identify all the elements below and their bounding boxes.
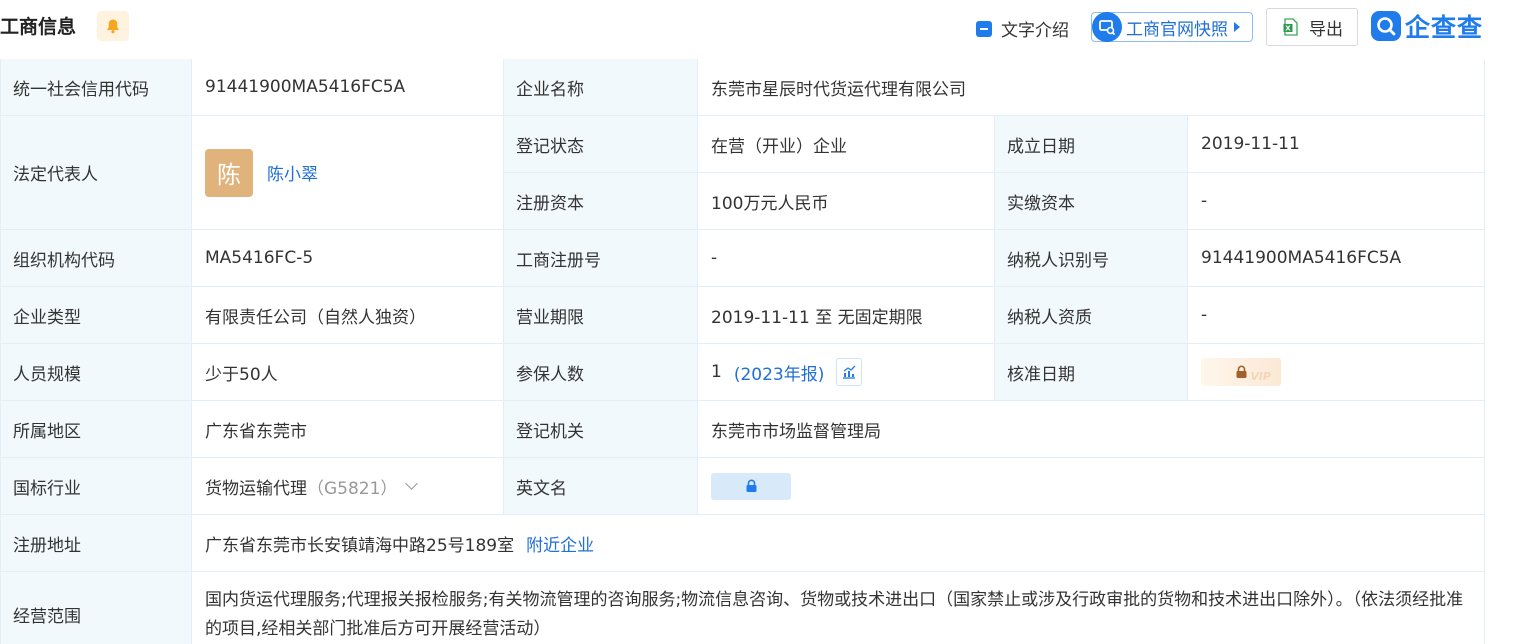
label-reg-status: 登记状态 — [504, 116, 698, 173]
logo-mark-icon — [1371, 11, 1401, 41]
trend-chart-icon[interactable] — [836, 358, 863, 386]
document-icon — [976, 20, 992, 37]
label-biz-term: 营业期限 — [504, 287, 698, 344]
value-company-type: 有限责任公司（自然人独资） — [192, 287, 504, 344]
label-found-date: 成立日期 — [995, 116, 1188, 173]
label-tax-id: 纳税人识别号 — [995, 230, 1188, 287]
value-reg-status: 在营（开业）企业 — [698, 116, 995, 173]
approve-date-cell: VIP — [1188, 344, 1485, 401]
vip-watermark: VIP — [1250, 370, 1271, 383]
nearby-companies-link[interactable]: 附近企业 — [526, 531, 594, 556]
export-button[interactable]: X 导出 — [1266, 8, 1358, 46]
value-credit-code: 91441900MA5416FC5A — [192, 59, 504, 116]
reg-address-cell: 广东省东莞市长安镇靖海中路25号189室 附近企业 — [192, 515, 1485, 572]
official-snapshot-button[interactable]: 工商官网快照 — [1091, 12, 1253, 42]
label-industry: 国标行业 — [0, 458, 192, 515]
label-org-code: 组织机构代码 — [0, 230, 192, 287]
chevron-down-icon[interactable] — [405, 476, 419, 490]
value-org-code: MA5416FC-5 — [192, 230, 504, 287]
label-taxpayer-qual: 纳税人资质 — [995, 287, 1188, 344]
label-reg-address: 注册地址 — [0, 515, 192, 572]
value-found-date: 2019-11-11 — [1188, 116, 1485, 173]
logo-text: 企查查 — [1405, 13, 1484, 42]
value-biz-term: 2019-11-11 至 无固定期限 — [698, 287, 995, 344]
english-name-cell — [698, 458, 1485, 515]
value-region: 广东省东莞市 — [192, 401, 504, 458]
text-intro-label: 文字介绍 — [1001, 21, 1069, 41]
value-company-name: 东莞市星辰时代货运代理有限公司 — [698, 59, 1485, 116]
label-reg-capital: 注册资本 — [504, 173, 698, 230]
label-biz-scope: 经营范围 — [0, 572, 192, 644]
section-header: 工商信息 文字介绍 工商官网快照 X 导出 企查查 — [0, 0, 1513, 56]
industry-code: （G5821） — [307, 478, 398, 499]
label-approve-date: 核准日期 — [995, 344, 1188, 401]
label-reg-no: 工商注册号 — [504, 230, 698, 287]
label-english-name: 英文名 — [504, 458, 698, 515]
label-paid-capital: 实缴资本 — [995, 173, 1188, 230]
value-reg-capital: 100万元人民币 — [698, 173, 995, 230]
value-reg-no: - — [698, 230, 995, 287]
bell-icon[interactable] — [97, 11, 129, 41]
label-company-type: 企业类型 — [0, 287, 192, 344]
value-staff-size: 少于50人 — [192, 344, 504, 401]
insured-cell: 1 (2023年报) — [698, 344, 995, 401]
svg-text:X: X — [1285, 25, 1291, 33]
value-reg-authority: 东莞市市场监督管理局 — [698, 401, 1485, 458]
label-legal-rep: 法定代表人 — [0, 116, 192, 230]
value-taxpayer-qual: - — [1188, 287, 1485, 344]
industry-cell[interactable]: 货物运输代理 （G5821） — [192, 458, 504, 515]
section-title: 工商信息 — [0, 16, 77, 38]
legal-rep-cell: 陈 陈小翠 — [192, 116, 504, 230]
excel-icon: X — [1283, 18, 1298, 36]
value-industry: 货物运输代理 — [205, 478, 307, 499]
lock-icon — [746, 479, 756, 492]
annual-report-link[interactable]: (2023年报) — [734, 360, 825, 385]
value-biz-scope: 国内货运代理服务;代理报关报检服务;有关物流管理的咨询服务;物流信息咨询、货物或… — [192, 572, 1485, 644]
label-region: 所属地区 — [0, 401, 192, 458]
value-insured: 1 — [711, 362, 722, 382]
label-staff-size: 人员规模 — [0, 344, 192, 401]
locked-value-badge[interactable] — [711, 472, 791, 500]
lock-icon — [1236, 365, 1246, 378]
value-tax-id: 91441900MA5416FC5A — [1188, 230, 1485, 287]
caret-right-icon — [1234, 22, 1240, 32]
text-intro-button[interactable]: 文字介绍 — [976, 16, 1069, 41]
label-reg-authority: 登记机关 — [504, 401, 698, 458]
legal-rep-name-link[interactable]: 陈小翠 — [267, 160, 318, 185]
label-credit-code: 统一社会信用代码 — [0, 59, 192, 116]
avatar[interactable]: 陈 — [205, 148, 253, 197]
export-label: 导出 — [1309, 19, 1343, 40]
snapshot-label: 工商官网快照 — [1126, 19, 1228, 40]
value-reg-address: 广东省东莞市长安镇靖海中路25号189室 — [205, 535, 515, 556]
label-company-name: 企业名称 — [504, 59, 698, 116]
qichacha-logo: 企查查 — [1371, 9, 1483, 43]
value-paid-capital: - — [1188, 173, 1485, 230]
label-insured: 参保人数 — [504, 344, 698, 401]
snapshot-icon — [1092, 12, 1122, 42]
vip-lock-badge[interactable]: VIP — [1201, 358, 1281, 386]
